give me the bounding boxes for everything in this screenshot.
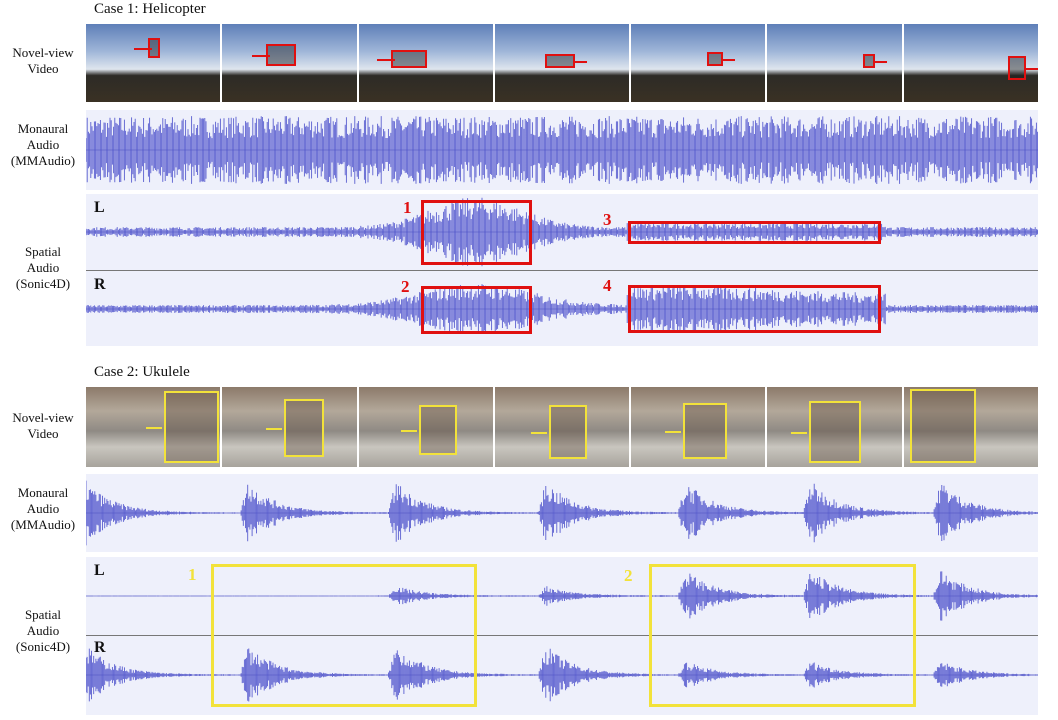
case2-spatial-label: Spatial Audio (Sonic4D) [15,607,71,654]
case1-highlight-box-3 [628,221,881,244]
motion-arrow [146,427,162,429]
case1-highlight-box-1 [421,200,532,265]
tracking-box [683,403,728,459]
case1-mono-waveform [86,110,1038,190]
case2-highlight-box-2 [649,564,916,707]
tracking-box [1007,56,1026,80]
case2-right-channel-label: R [94,639,106,656]
tracking-box [707,52,724,66]
case2-title: Case 2: Ukulele [94,364,190,380]
tracking-box [418,405,457,455]
case1-annotation-3: 3 [603,210,612,229]
case2-mono-label: Monaural Audio (MMAudio) [10,485,76,532]
motion-arrow [252,55,271,57]
case2-highlight-box-1 [211,564,477,707]
case2-mono-waveform [86,474,1038,552]
case1-right-channel-label: R [94,276,106,293]
motion-arrow [266,428,283,430]
case1-annotation-2: 2 [401,277,410,296]
tracking-box [390,50,427,68]
motion-arrow [1025,68,1038,70]
case1-video-label: Novel-view Video [12,45,74,76]
motion-arrow [376,59,395,61]
case1-channel-divider [86,270,1038,271]
motion-arrow [665,431,682,433]
tracking-box [548,405,587,459]
case1-mono-label: Monaural Audio (MMAudio) [10,121,76,168]
case1-left-channel-label: L [94,199,105,216]
motion-arrow [574,61,587,63]
case1-annotation-4: 4 [603,276,612,295]
tracking-box [544,54,575,68]
tracking-box [266,44,297,66]
case1-highlight-box-4 [628,285,881,333]
case1-spatial-label: Spatial Audio (Sonic4D) [15,244,71,291]
case1-highlight-box-2 [421,286,532,334]
motion-arrow [875,61,888,63]
video-frame [767,24,902,102]
tracking-box [909,389,976,463]
case2-video-label: Novel-view Video [12,410,74,441]
motion-arrow [530,432,547,434]
video-frame [631,24,766,102]
case1-annotation-1: 1 [403,198,412,217]
case1-title: Case 1: Helicopter [94,1,206,17]
motion-arrow [791,432,808,434]
case2-annotation-2: 2 [624,566,633,585]
tracking-box [863,54,876,68]
video-frame [86,24,221,102]
motion-arrow [723,59,736,61]
tracking-box [164,391,219,463]
case2-annotation-1: 1 [188,565,197,584]
tracking-box [284,399,325,457]
case2-mono-wave-svg [86,480,1038,546]
tracking-box [809,401,862,463]
case1-mono-wave-svg [86,116,1038,184]
motion-arrow [400,430,417,432]
motion-arrow [134,48,152,50]
case2-left-channel-label: L [94,562,105,579]
